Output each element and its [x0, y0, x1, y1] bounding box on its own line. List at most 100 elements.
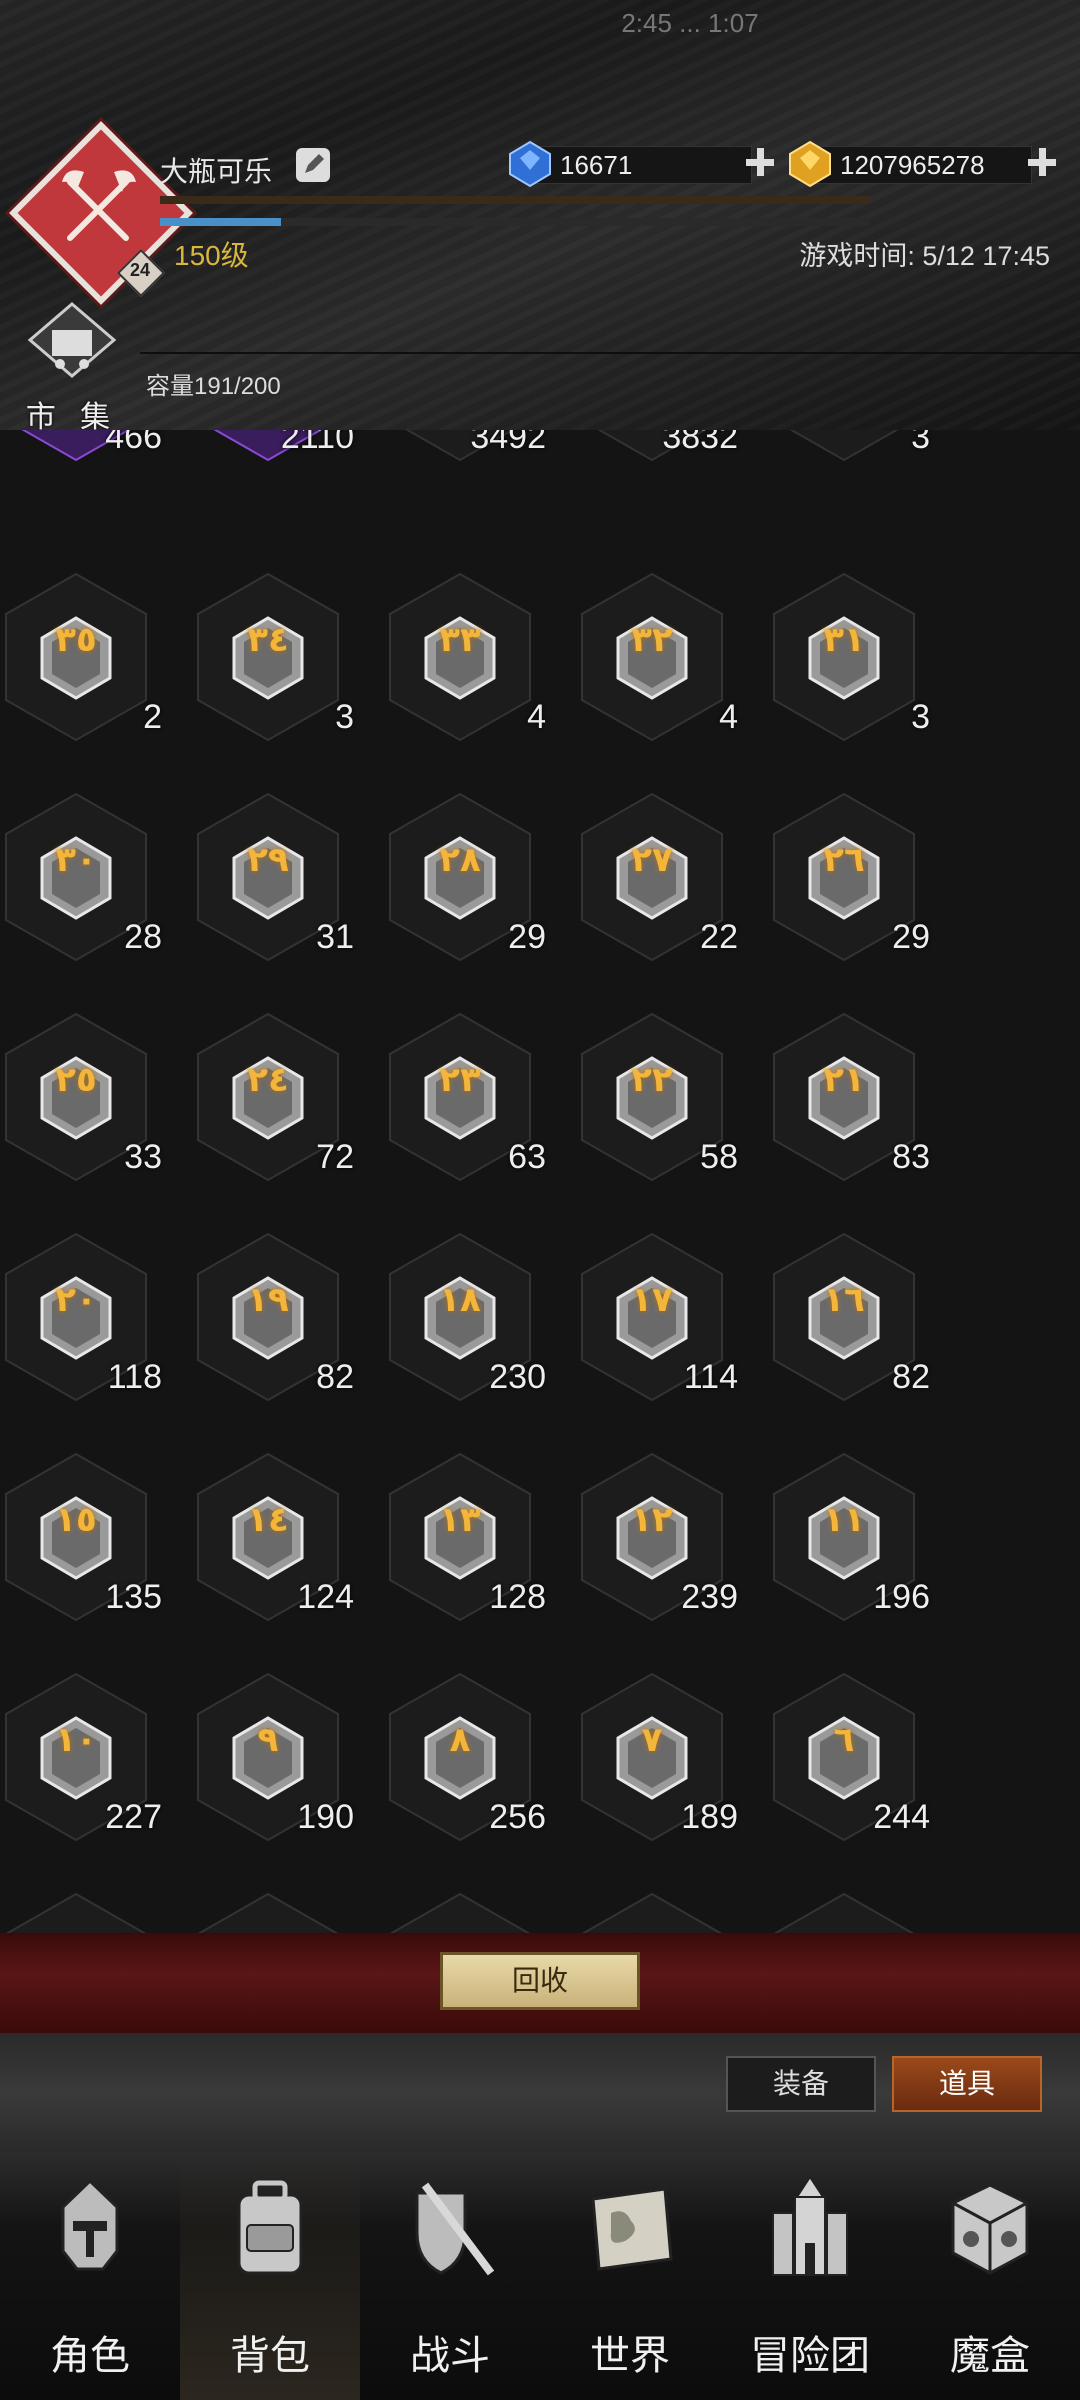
slot-frame [389, 1892, 531, 1933]
inventory-slot[interactable] [764, 1890, 924, 1933]
item-count: 58 [700, 1138, 738, 1176]
item-count: 29 [892, 918, 930, 956]
inventory-slot[interactable]: ٨ 256 [380, 1670, 546, 1850]
inventory-slot[interactable]: ٢٩ 31 [188, 790, 354, 970]
player-level: 150级 [174, 240, 249, 271]
item-count: 196 [873, 1578, 930, 1616]
inventory-slot[interactable]: 466 [0, 430, 162, 470]
rune-glyph: ٢٩ [247, 841, 289, 879]
nav-role[interactable]: 角色 [0, 2153, 180, 2400]
rune-glyph: ١٤ [247, 1501, 289, 1539]
rune-glyph: ١٩ [247, 1281, 289, 1319]
inventory-slot[interactable]: ٩ 190 [188, 1670, 354, 1850]
add-gold-button[interactable] [1026, 146, 1058, 178]
inventory-slot[interactable]: ١٢ 239 [572, 1450, 738, 1630]
item-count: 135 [105, 1578, 162, 1616]
inventory-slot[interactable]: 3492 [380, 430, 546, 470]
filter-equipment-tab[interactable]: 装备 [726, 2056, 876, 2112]
castle-icon [772, 2175, 848, 2276]
item-count: 114 [683, 1358, 738, 1396]
item-count: 22 [700, 918, 738, 956]
nav-label: 魔盒 [950, 2334, 1030, 2378]
inventory-slot[interactable]: 2110 [188, 430, 354, 470]
inventory-slot[interactable]: ١١ 196 [764, 1450, 930, 1630]
item-count: 3 [335, 698, 354, 736]
inventory-slot[interactable]: ٣٣ 4 [380, 570, 546, 750]
inventory-slot[interactable]: ١٦ 82 [764, 1230, 930, 1410]
nav-magic-box[interactable]: 魔盒 [900, 2153, 1080, 2400]
inventory-slot[interactable]: ١٤ 124 [188, 1450, 354, 1630]
inventory-slot[interactable]: ٢١ 83 [764, 1010, 930, 1190]
inventory-slot[interactable]: ٢٢ 58 [572, 1010, 738, 1190]
item-count: 227 [105, 1798, 162, 1836]
inventory-slot[interactable]: ٢٣ 63 [380, 1010, 546, 1190]
item-count: 2 [143, 698, 162, 736]
item-count: 466 [105, 430, 162, 456]
inventory-slot[interactable]: ١٨ 230 [380, 1230, 546, 1410]
inventory-slot[interactable]: ١٥ 135 [0, 1450, 162, 1630]
inventory-slot[interactable]: ٦ 244 [764, 1670, 930, 1850]
nav-label: 世界 [590, 2334, 670, 2378]
edit-name-icon[interactable] [296, 148, 330, 182]
inventory-slot[interactable]: ٢٧ 22 [572, 790, 738, 970]
nav-backpack[interactable]: 背包 [180, 2153, 360, 2400]
inventory-slot[interactable] [572, 1890, 732, 1933]
recycle-button[interactable]: 回收 [440, 1952, 640, 2010]
nav-battle[interactable]: 战斗 [360, 2153, 540, 2400]
nav-label: 战斗 [410, 2334, 490, 2378]
item-count: 82 [316, 1358, 354, 1396]
backpack-icon [237, 2180, 303, 2275]
rune-glyph: ٣٤ [247, 621, 289, 659]
nav-adventure-team[interactable]: 冒险团 [720, 2153, 900, 2400]
inventory-slot[interactable]: ٢٨ 29 [380, 790, 546, 970]
inventory-grid[interactable]: 466 2110 3492 3832 3 ٣٥ 2 ٣٤ 3 ٣٣ 4 ٣٢ 4 ٣١ 3 ٣٠ 28 ٢٩ 31 ٢… [0, 430, 1080, 1933]
inventory-slot[interactable]: ٢٤ 72 [188, 1010, 354, 1190]
inventory-slot[interactable]: ١٣ 128 [380, 1450, 546, 1630]
rune-glyph: ٢٥ [55, 1061, 97, 1099]
item-count: 63 [508, 1138, 546, 1176]
nav-world[interactable]: 世界 [540, 2153, 720, 2400]
gold-gem-icon [789, 140, 831, 188]
rune-glyph: ٣٠ [55, 841, 97, 879]
filter-items-tab[interactable]: 道具 [892, 2056, 1042, 2112]
inventory-slot[interactable]: ٢٠ 118 [0, 1230, 162, 1410]
rune-glyph: ٢٢ [631, 1061, 673, 1099]
item-count: 28 [124, 918, 162, 956]
item-count: 72 [316, 1138, 354, 1176]
item-count: 189 [681, 1798, 738, 1836]
inventory-slot[interactable]: ٣١ 3 [764, 570, 930, 750]
inventory-slot[interactable]: 3832 [572, 430, 738, 470]
inventory-slot[interactable]: ٧ 189 [572, 1670, 738, 1850]
rune-glyph: ١٠ [55, 1721, 97, 1759]
item-count: 4 [719, 698, 738, 736]
inventory-slot[interactable]: ٣٠ 28 [0, 790, 162, 970]
inventory-slot[interactable] [380, 1890, 540, 1933]
item-count: 4 [527, 698, 546, 736]
inventory-slot[interactable]: ١٠ 227 [0, 1670, 162, 1850]
add-diamond-button[interactable] [744, 146, 776, 178]
rune-glyph: ١٣ [439, 1501, 481, 1539]
inventory-slot[interactable] [0, 1890, 156, 1933]
inventory-slot[interactable]: 3 [764, 430, 930, 470]
rune-glyph: ١٦ [823, 1281, 865, 1319]
inventory-slot[interactable]: ٢٦ 29 [764, 790, 930, 970]
rune-glyph: ٣١ [823, 621, 865, 659]
inventory-slot[interactable] [188, 1890, 348, 1933]
rune-glyph: ٢٧ [631, 841, 673, 879]
rune-glyph: ١٨ [439, 1281, 481, 1319]
inventory-slot[interactable]: ١٩ 82 [188, 1230, 354, 1410]
inventory-slot[interactable]: ١٧ 114 [572, 1230, 738, 1410]
item-count: 118 [107, 1358, 162, 1396]
inventory-slot[interactable]: ٣٢ 4 [572, 570, 738, 750]
rune-glyph: ١٧ [631, 1281, 673, 1319]
rune-glyph: ٢٨ [439, 841, 481, 879]
inventory-slot[interactable]: ٢٥ 33 [0, 1010, 162, 1190]
map-icon [591, 2187, 673, 2271]
rune-glyph: ٢٤ [247, 1061, 289, 1099]
slot-frame [773, 1892, 915, 1933]
slot-frame [581, 1892, 723, 1933]
inventory-slot[interactable]: ٣٤ 3 [188, 570, 354, 750]
player-name: 大瓶可乐 [160, 156, 273, 187]
rune-glyph: ١١ [823, 1501, 865, 1539]
inventory-slot[interactable]: ٣٥ 2 [0, 570, 162, 750]
